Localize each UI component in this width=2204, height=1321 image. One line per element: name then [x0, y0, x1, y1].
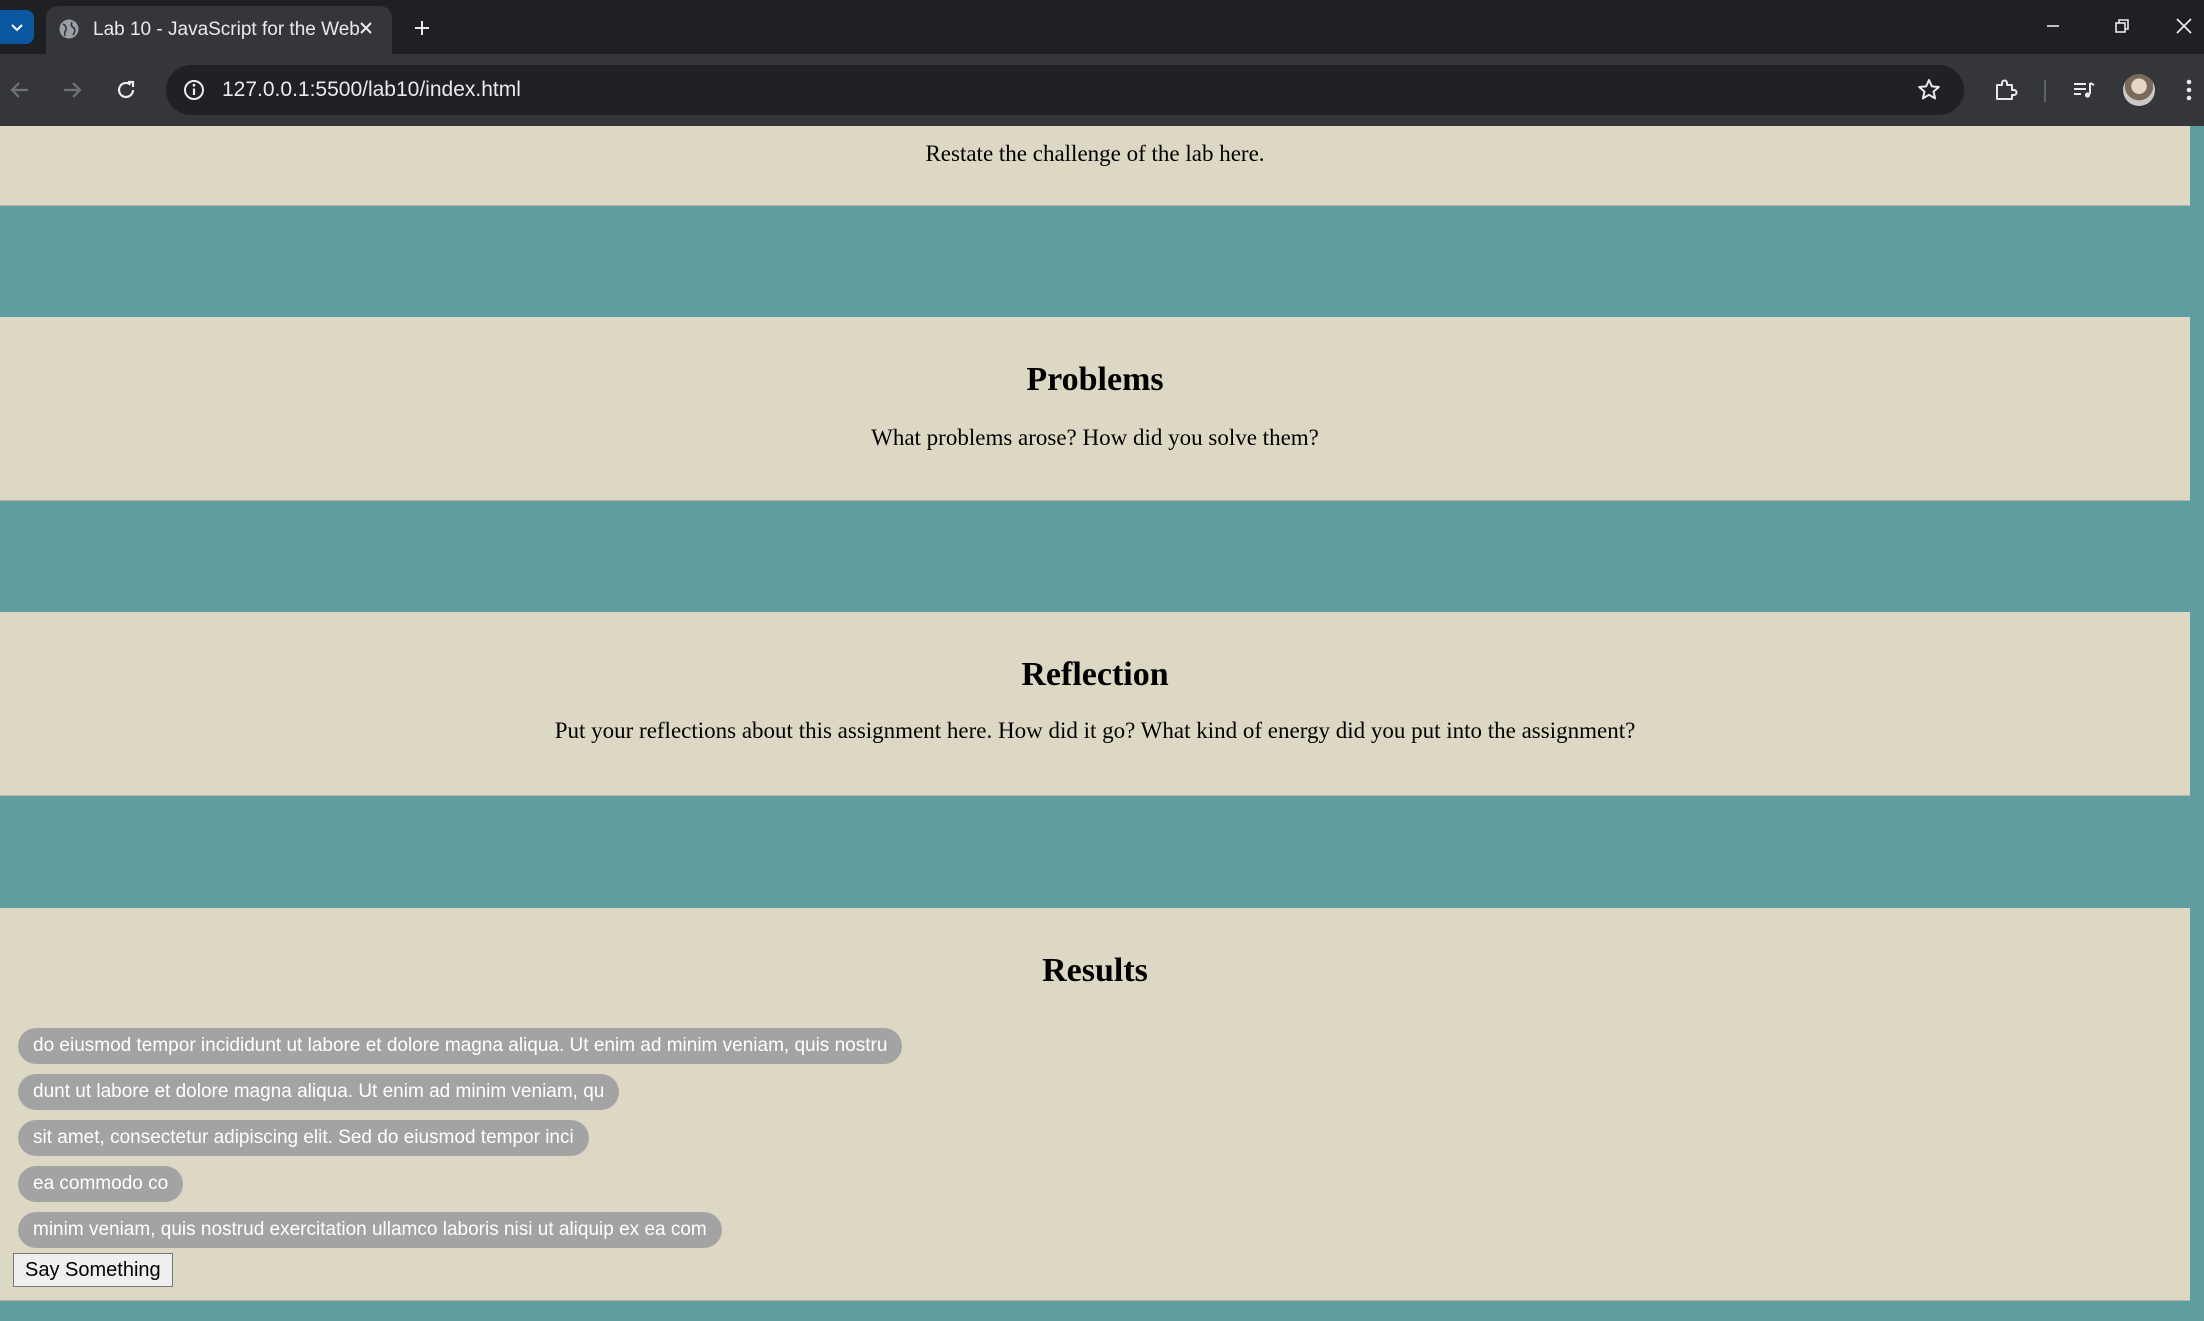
- site-info-button[interactable]: [176, 72, 212, 108]
- media-controls-icon: [2074, 82, 2095, 98]
- extensions-icon: [1996, 79, 2018, 100]
- close-tab-button[interactable]: [354, 16, 378, 40]
- url-text: 127.0.0.1:5500/lab10/index.html: [222, 78, 521, 101]
- problems-section: Problems What problems arose? How did yo…: [0, 317, 2190, 501]
- message-list: do eiusmod tempor incididunt ut labore e…: [18, 1028, 903, 1258]
- close-window-icon: [2176, 18, 2192, 34]
- bookmark-star-icon: [1918, 79, 1940, 100]
- tab-list-icon: [11, 24, 23, 32]
- say-something-button[interactable]: Say Something: [13, 1253, 173, 1287]
- reflection-text: Put your reflections about this assignme…: [554, 718, 1636, 743]
- message-bubble: sit amet, consectetur adipiscing elit. S…: [18, 1120, 589, 1156]
- back-icon: [10, 82, 28, 98]
- browser-toolbar: 127.0.0.1:5500/lab10/index.html: [0, 54, 2204, 126]
- close-window-button[interactable]: [2164, 8, 2204, 44]
- media-controls-button[interactable]: [2064, 70, 2104, 110]
- minimize-icon: [2047, 25, 2059, 27]
- results-heading: Results: [1042, 952, 1148, 989]
- toolbar-divider: [2044, 80, 2046, 102]
- site-info-icon: [184, 80, 204, 100]
- tab-list-button[interactable]: [0, 10, 34, 44]
- tab-strip: Lab 10 - JavaScript for the Web: [0, 0, 2204, 54]
- challenge-section: Restate the challenge of the lab here.: [0, 126, 2190, 206]
- tab-title: Lab 10 - JavaScript for the Web: [93, 19, 360, 40]
- more-menu-button[interactable]: [2174, 70, 2204, 110]
- problems-heading: Problems: [1026, 361, 1164, 398]
- new-tab-button[interactable]: [406, 12, 438, 44]
- extensions-button[interactable]: [1985, 70, 2025, 110]
- message-bubble: minim veniam, quis nostrud exercitation …: [18, 1212, 722, 1248]
- active-tab[interactable]: Lab 10 - JavaScript for the Web: [46, 6, 392, 54]
- forward-button[interactable]: [52, 70, 92, 110]
- globe-favicon-icon: [59, 19, 79, 39]
- close-tab-icon: [360, 22, 372, 34]
- results-section: Results do eiusmod tempor incididunt ut …: [0, 908, 2190, 1301]
- restore-icon: [2115, 19, 2129, 33]
- problems-text: What problems arose? How did you solve t…: [871, 425, 1319, 450]
- more-menu-icon: [2186, 79, 2192, 101]
- bookmark-button[interactable]: [1912, 73, 1946, 107]
- address-bar[interactable]: 127.0.0.1:5500/lab10/index.html: [166, 65, 1964, 115]
- page-scrollbar[interactable]: [2190, 126, 2204, 1321]
- restore-button[interactable]: [2102, 8, 2142, 44]
- challenge-text: Restate the challenge of the lab here.: [925, 141, 1265, 166]
- profile-avatar[interactable]: [2123, 74, 2155, 106]
- forward-icon: [64, 82, 82, 98]
- message-bubble: dunt ut labore et dolore magna aliqua. U…: [18, 1074, 620, 1110]
- minimize-button[interactable]: [2033, 8, 2073, 44]
- page-viewport: Restate the challenge of the lab here. P…: [0, 126, 2204, 1321]
- new-tab-icon: [415, 21, 429, 35]
- reload-icon: [117, 80, 135, 99]
- reflection-section: Reflection Put your reflections about th…: [0, 612, 2190, 796]
- message-bubble: do eiusmod tempor incididunt ut labore e…: [18, 1028, 903, 1064]
- reflection-heading: Reflection: [1021, 656, 1169, 693]
- back-button[interactable]: [0, 70, 40, 110]
- reload-button[interactable]: [106, 70, 146, 110]
- message-bubble: ea commodo co: [18, 1166, 184, 1202]
